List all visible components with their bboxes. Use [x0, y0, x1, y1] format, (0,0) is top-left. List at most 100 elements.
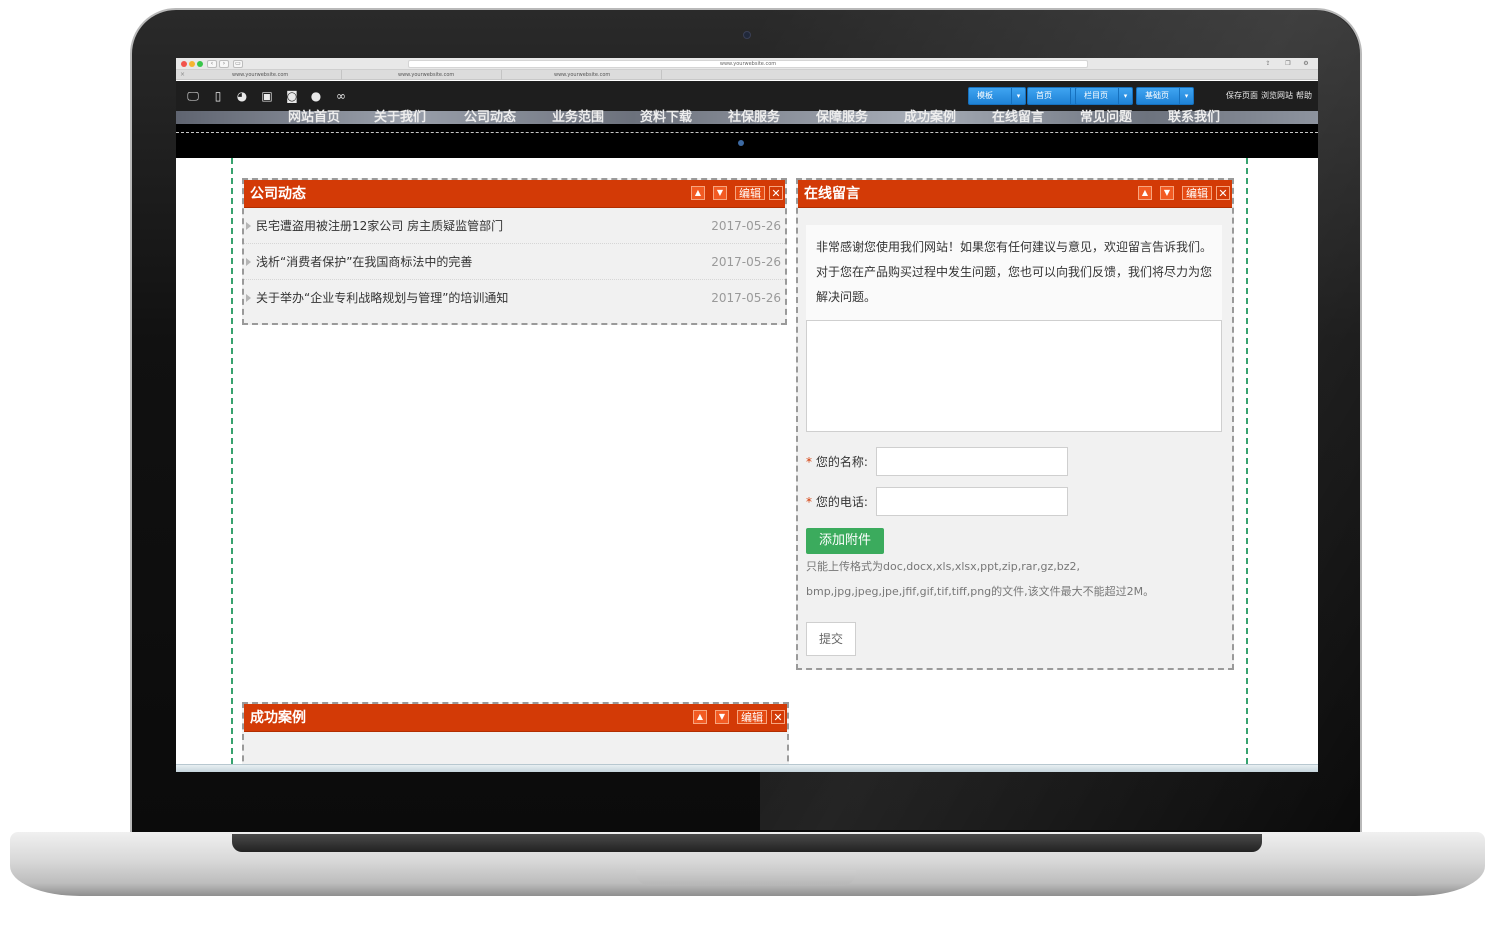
submit-button[interactable]: 提交 [806, 622, 856, 656]
android-icon[interactable]: ◙ [285, 89, 299, 103]
banner-menu-item[interactable]: 联系我们 [1168, 106, 1220, 125]
required-mark: * [806, 455, 812, 469]
preview-site-link[interactable]: 浏览网站 [1261, 91, 1293, 101]
news-item[interactable]: 浅析“消费者保护”在我国商标法中的完善 2017-05-26 [244, 244, 785, 280]
layout-zone-border [231, 158, 233, 764]
banner-menu-item[interactable]: 常见问题 [1080, 106, 1132, 125]
minimize-window-icon[interactable] [189, 61, 195, 67]
apple-icon[interactable]: ● [309, 89, 323, 103]
share-icon[interactable]: ⇪ [1264, 60, 1272, 68]
maximize-window-icon[interactable] [197, 61, 203, 67]
back-icon[interactable]: ‹ [207, 60, 217, 68]
mobile-icon[interactable]: ▯ [211, 89, 225, 103]
banner-menu-item[interactable]: 资料下载 [640, 106, 692, 125]
message-module-title: 在线留言 [804, 186, 860, 202]
name-field-label: * 您的名称: [806, 454, 868, 470]
chevron-down-icon[interactable]: ▾ [1118, 88, 1132, 104]
home-button-label: 首页 [1036, 91, 1052, 100]
upload-hint: 只能上传格式为doc,docx,xls,xlsx,ppt,zip,rar,gz,… [806, 560, 1080, 573]
cases-module-title: 成功案例 [250, 710, 306, 726]
column-page-button[interactable]: 栏目页 ▾ [1075, 87, 1133, 105]
base-page-button[interactable]: 基础页 ▾ [1136, 87, 1194, 105]
close-icon[interactable]: ✕ [1216, 186, 1230, 200]
phone-label-text: 您的电话: [815, 495, 868, 509]
banner-menu-item[interactable]: 成功案例 [904, 106, 956, 125]
required-mark: * [806, 495, 812, 509]
message-module[interactable]: 在线留言 ▲ ▼ 编辑 ✕ 非常感谢您使用我们网站！如果您有任何建议与意见，欢迎… [796, 178, 1234, 670]
browser-tab[interactable]: www.yourwebsite.com [342, 70, 502, 80]
news-date: 2017-05-26 [711, 291, 781, 305]
banner-menu-item[interactable]: 在线留言 [992, 106, 1044, 125]
close-icon[interactable]: ✕ [771, 710, 785, 724]
edit-button[interactable]: 编辑 [735, 186, 765, 200]
close-window-icon[interactable] [181, 61, 187, 67]
news-module-header: 公司动态 ▲ ▼ 编辑 ✕ [244, 180, 785, 208]
address-bar[interactable]: www.yourwebsite.com [408, 60, 1088, 68]
banner-menu-item[interactable]: 业务范围 [552, 106, 604, 125]
cases-module-header: 成功案例 ▲ ▼ 编辑 ✕ [244, 704, 787, 732]
browser-tab[interactable]: × www.yourwebsite.com [176, 70, 342, 80]
template-button[interactable]: 模板 ▾ [968, 87, 1026, 105]
move-down-icon[interactable]: ▼ [715, 710, 729, 724]
save-page-link[interactable]: 保存页面 [1226, 91, 1258, 101]
news-title[interactable]: 浅析“消费者保护”在我国商标法中的完善 [256, 254, 472, 270]
sidebar-icon[interactable]: ▭ [233, 60, 243, 68]
name-input[interactable] [876, 447, 1068, 476]
forward-icon[interactable]: › [219, 60, 229, 68]
tab-strip: × www.yourwebsite.com www.yourwebsite.co… [176, 70, 1318, 80]
keyboard-well [232, 834, 1262, 852]
news-module[interactable]: 公司动态 ▲ ▼ 编辑 ✕ 民宅遭盗用被注册12家公司 房主质疑监管部门 201… [242, 178, 787, 325]
camera-icon [743, 31, 751, 39]
banner-menu-item[interactable]: 公司动态 [464, 106, 516, 125]
move-up-icon[interactable]: ▲ [693, 710, 707, 724]
settings-icon[interactable]: ⚙ [1302, 60, 1310, 68]
link-icon[interactable]: ∞ [334, 89, 348, 103]
move-down-icon[interactable]: ▼ [713, 186, 727, 200]
tab-label: www.yourwebsite.com [554, 72, 611, 78]
banner-divider [176, 132, 1318, 133]
screen-bottom-edge [176, 764, 1318, 772]
banner-strip [176, 124, 1318, 158]
phone-field-label: * 您的电话: [806, 494, 868, 510]
message-intro: 非常感谢您使用我们网站！如果您有任何建议与意见，欢迎留言告诉我们。对于您在产品购… [806, 225, 1222, 321]
desktop-icon[interactable]: 🖵 [186, 89, 200, 103]
tab-close-icon[interactable]: × [180, 70, 185, 80]
bullet-icon [246, 294, 251, 302]
banner-menu-item[interactable]: 网站首页 [288, 106, 340, 125]
phone-input[interactable] [876, 487, 1068, 516]
banner-menu-item[interactable]: 关于我们 [374, 106, 426, 125]
site-banner: 网站首页 关于我们 公司动态 业务范围 资料下载 社保服务 保障服务 成功案例 … [176, 110, 1318, 125]
help-link[interactable]: 帮助 [1296, 91, 1312, 101]
cases-module[interactable]: 成功案例 ▲ ▼ 编辑 ✕ [242, 702, 789, 772]
close-icon[interactable]: ✕ [769, 186, 783, 200]
news-item[interactable]: 关于举办“企业专利战略规划与管理”的培训通知 2017-05-26 [244, 280, 785, 316]
screen: ‹ › ▭ www.yourwebsite.com ⇪ ❐ ⚙ × www.yo… [176, 58, 1318, 772]
mini-program-icon[interactable]: ▣ [260, 89, 274, 103]
chevron-down-icon[interactable]: ▾ [1011, 88, 1025, 104]
message-module-header: 在线留言 ▲ ▼ 编辑 ✕ [798, 180, 1232, 208]
add-attachment-button[interactable]: 添加附件 [806, 528, 884, 554]
banner-menu-item[interactable]: 保障服务 [816, 106, 868, 125]
chevron-down-icon[interactable]: ▾ [1179, 88, 1193, 104]
news-title[interactable]: 民宅遭盗用被注册12家公司 房主质疑监管部门 [256, 218, 503, 234]
name-label-text: 您的名称: [815, 455, 868, 469]
edit-button[interactable]: 编辑 [737, 710, 767, 724]
upload-hint: bmp,jpg,jpeg,jpe,jfif,gif,tif,tiff,png的文… [806, 585, 1155, 598]
browser-chrome: ‹ › ▭ www.yourwebsite.com ⇪ ❐ ⚙ [176, 58, 1318, 70]
wechat-icon[interactable]: ◕ [235, 89, 249, 103]
edit-button[interactable]: 编辑 [1182, 186, 1212, 200]
layout-zone-border [1246, 158, 1248, 764]
banner-menu-item[interactable]: 社保服务 [728, 106, 780, 125]
move-down-icon[interactable]: ▼ [1160, 186, 1174, 200]
news-title[interactable]: 关于举办“企业专利战略规划与管理”的培训通知 [256, 290, 508, 306]
news-date: 2017-05-26 [711, 255, 781, 269]
message-textarea[interactable] [806, 320, 1222, 432]
move-up-icon[interactable]: ▲ [1138, 186, 1152, 200]
move-up-icon[interactable]: ▲ [691, 186, 705, 200]
browser-tab[interactable]: www.yourwebsite.com [502, 70, 662, 80]
news-item[interactable]: 民宅遭盗用被注册12家公司 房主质疑监管部门 2017-05-26 [244, 208, 785, 244]
bullet-icon [246, 258, 251, 266]
slide-indicator[interactable] [738, 140, 744, 146]
tabs-icon[interactable]: ❐ [1284, 60, 1292, 68]
tab-label: www.yourwebsite.com [398, 72, 455, 78]
